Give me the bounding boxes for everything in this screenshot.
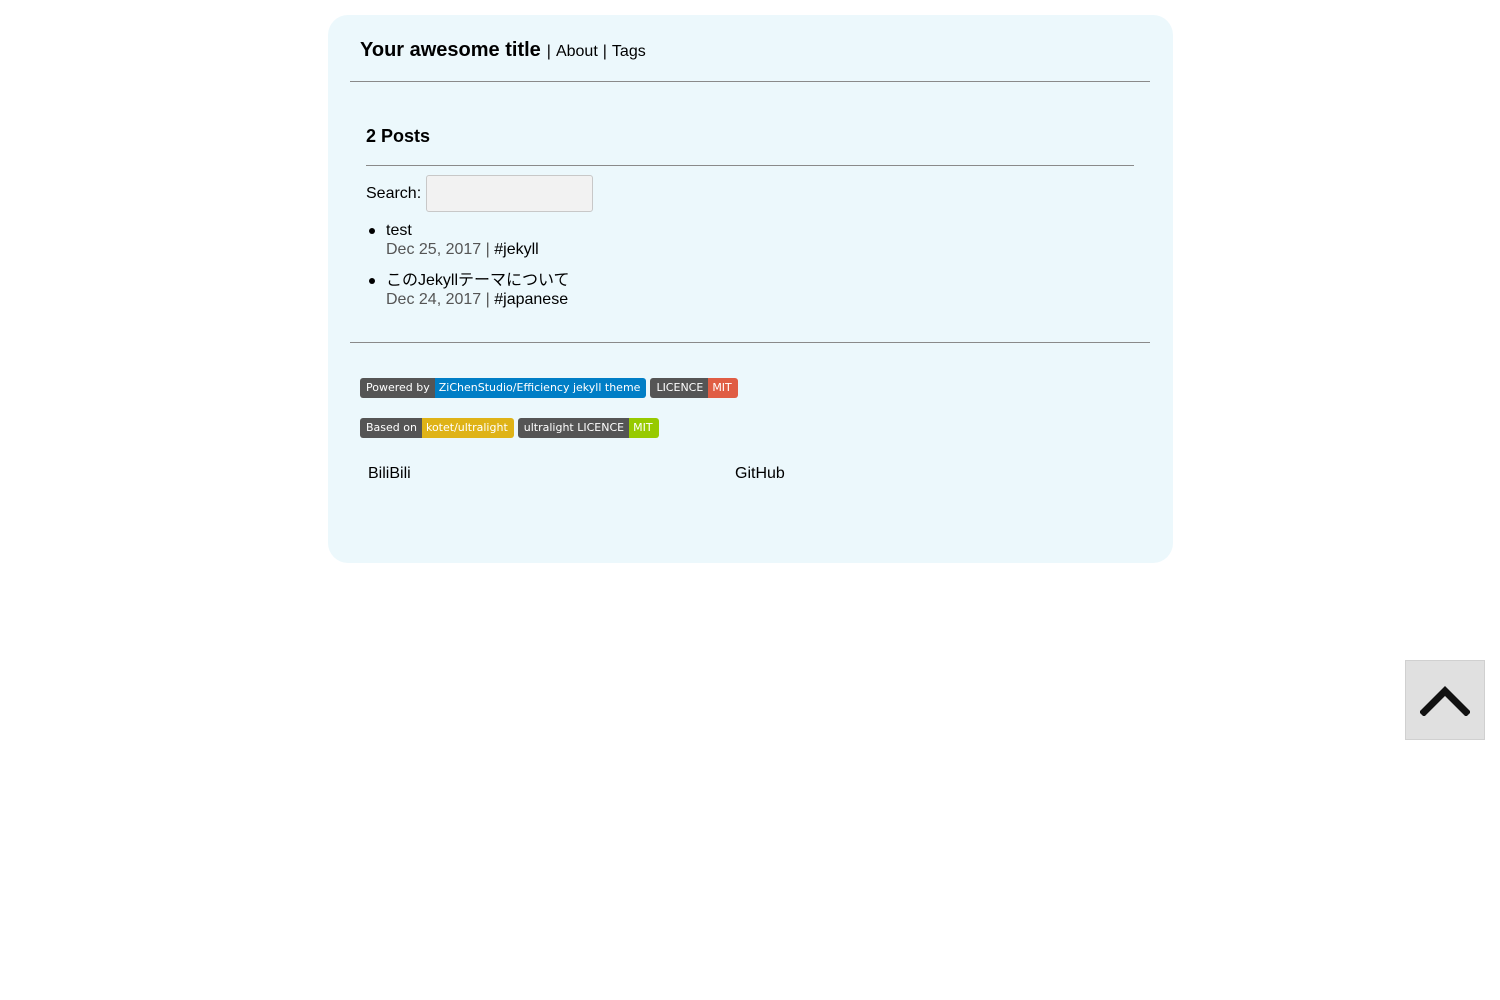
- post-meta: Dec 24, 2017 | #japanese: [386, 290, 570, 309]
- github-link[interactable]: GitHub: [735, 465, 785, 483]
- badge-value: MIT: [629, 418, 659, 438]
- badge-value: ZiChenStudio/Efficiency jekyll theme: [434, 378, 647, 398]
- badge-value: kotet/ultralight: [421, 418, 514, 438]
- footer-divider: [350, 342, 1150, 343]
- search-row: Search:: [366, 175, 594, 212]
- back-to-top-button[interactable]: [1405, 660, 1485, 740]
- header-divider: [350, 81, 1150, 82]
- badge-label: LICENCE: [650, 378, 709, 398]
- chevron-up-icon: [1420, 686, 1470, 716]
- nav-separator: |: [546, 43, 551, 60]
- list-item: このJekyllテーマについて Dec 24, 2017 | #japanese: [366, 271, 570, 309]
- site-header: Your awesome title | About | Tags: [360, 39, 646, 62]
- badge-label: Powered by: [360, 378, 435, 398]
- badge-label: ultralight LICENCE: [517, 418, 630, 438]
- badge-label: Based on: [360, 418, 422, 438]
- search-input[interactable]: [426, 175, 594, 212]
- nav-link-about[interactable]: About: [556, 43, 598, 61]
- badge-value: MIT: [708, 378, 738, 398]
- posts-divider: [366, 165, 1134, 166]
- post-title-link[interactable]: test: [386, 221, 570, 240]
- badge-powered-by[interactable]: Powered by ZiChenStudio/Efficiency jekyl…: [360, 378, 647, 398]
- bullet-icon: [369, 228, 375, 234]
- badge-ultralight-licence[interactable]: ultralight LICENCE MIT: [517, 418, 659, 438]
- bilibili-link[interactable]: BiliBili: [368, 465, 411, 483]
- meta-separator: |: [485, 241, 490, 258]
- post-date: Dec 24, 2017: [386, 291, 482, 308]
- post-meta: Dec 25, 2017 | #jekyll: [386, 240, 570, 259]
- search-label: Search:: [366, 184, 422, 202]
- site-title-link[interactable]: Your awesome title: [360, 39, 541, 62]
- post-list: test Dec 25, 2017 | #jekyll このJekyllテーマに…: [366, 221, 570, 309]
- post-date: Dec 25, 2017: [386, 241, 482, 258]
- post-tag-link[interactable]: #japanese: [494, 291, 568, 308]
- posts-count-heading: 2 Posts: [366, 126, 431, 146]
- nav-separator: |: [602, 43, 607, 60]
- badge-row-powered-by: Powered by ZiChenStudio/Efficiency jekyl…: [360, 378, 738, 398]
- badge-based-on[interactable]: Based on kotet/ultralight: [360, 418, 514, 438]
- nav-link-tags[interactable]: Tags: [612, 43, 646, 61]
- badge-licence[interactable]: LICENCE MIT: [650, 378, 738, 398]
- page-container: Your awesome title | About | Tags 2 Post…: [328, 15, 1173, 563]
- post-tag-link[interactable]: #jekyll: [494, 241, 538, 258]
- badge-row-based-on: Based on kotet/ultralight ultralight LIC…: [360, 418, 659, 438]
- meta-separator: |: [485, 291, 490, 308]
- post-title-link[interactable]: このJekyllテーマについて: [386, 271, 570, 290]
- bullet-icon: [369, 278, 375, 284]
- list-item: test Dec 25, 2017 | #jekyll: [366, 221, 570, 259]
